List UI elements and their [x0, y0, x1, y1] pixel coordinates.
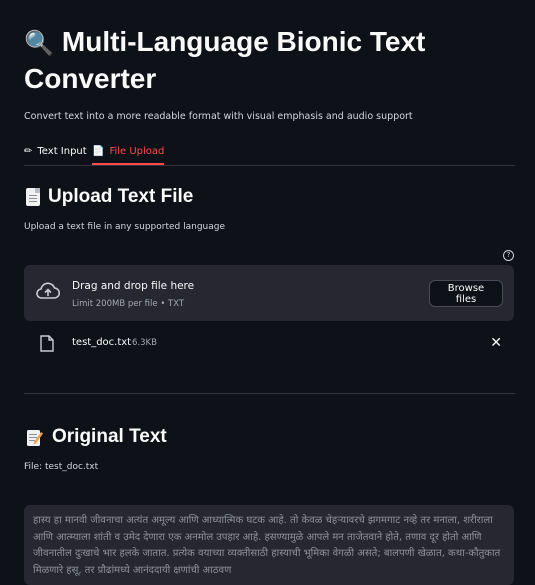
- tab-file-upload-label: File Upload: [109, 145, 165, 157]
- document-icon: 📄: [92, 145, 105, 157]
- upload-caption: Upload a text file in any supported lang…: [24, 222, 226, 232]
- tab-bar: ✏ Text Input 📄 File Upload: [24, 139, 515, 166]
- page-title: 🔍 Multi-Language Bionic Text Converter: [24, 24, 494, 97]
- tab-file-upload[interactable]: 📄 File Upload: [92, 139, 165, 165]
- help-icon[interactable]: ?: [503, 250, 514, 261]
- tab-text-input[interactable]: ✏ Text Input: [24, 139, 87, 164]
- uploaded-file-size: 6.3KB: [132, 338, 157, 348]
- tab-text-input-label: Text Input: [37, 146, 87, 157]
- file-dropzone[interactable]: Drag and drop file here Limit 200MB per …: [24, 265, 514, 321]
- file-icon: [40, 335, 54, 352]
- dropzone-limit: Limit 200MB per file • TXT: [72, 299, 185, 309]
- original-file-label: File: test_doc.txt: [24, 462, 99, 472]
- section-divider: [24, 393, 515, 394]
- upload-heading-text: Upload Text File: [48, 186, 194, 207]
- dropzone-title: Drag and drop file here: [72, 280, 195, 292]
- cloud-upload-icon: [36, 282, 60, 299]
- original-text-area[interactable]: हास्य हा मानवी जीवनाचा अत्यंत अमूल्य आणि…: [24, 505, 514, 585]
- page-title-text: Multi-Language Bionic Text Converter: [24, 26, 426, 94]
- original-heading: Original Text: [26, 426, 167, 448]
- remove-file-icon[interactable]: ✕: [490, 335, 502, 351]
- magnifier-icon: 🔍: [24, 29, 54, 57]
- uploaded-file-name: test_doc.txt: [72, 337, 132, 348]
- memo-icon: [27, 429, 43, 446]
- document-icon: [26, 188, 40, 206]
- upload-heading: Upload Text File: [26, 186, 193, 208]
- page-subtitle: Convert text into a more readable format…: [24, 111, 413, 122]
- pencil-icon: ✏: [24, 146, 33, 157]
- original-heading-text: Original Text: [52, 426, 167, 447]
- uploaded-file-row: test_doc.txt 6.3KB ✕: [40, 333, 502, 353]
- browse-files-button[interactable]: Browse files: [429, 280, 503, 307]
